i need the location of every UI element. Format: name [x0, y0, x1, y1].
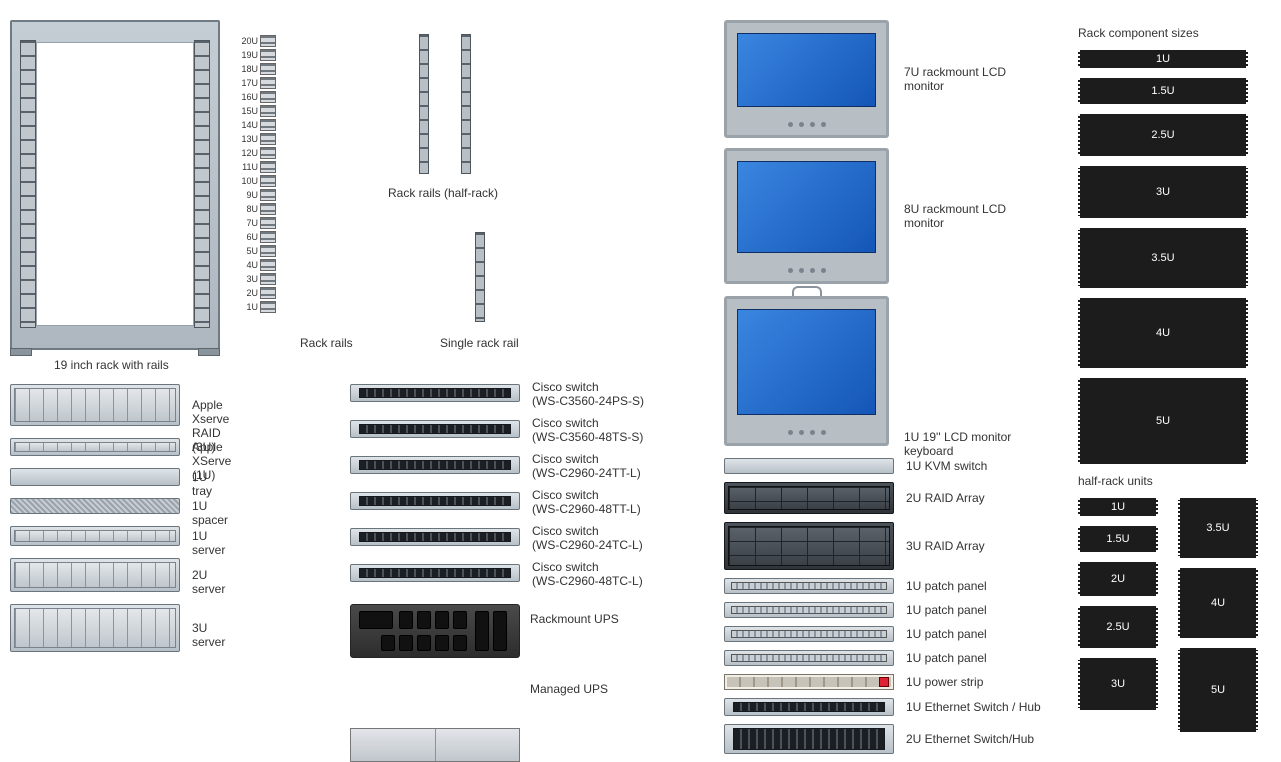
lcd-8u [724, 148, 889, 284]
spacer-label: 1U spacer [192, 499, 228, 527]
size-3U: 3U [1078, 166, 1248, 218]
rail-unit: 18U [240, 62, 276, 76]
rail-unit: 7U [240, 216, 276, 230]
rail-unit: 14U [240, 118, 276, 132]
lcd-7u [724, 20, 889, 138]
cisco-2960-48tt [350, 492, 520, 510]
rail-unit: 17U [240, 76, 276, 90]
rack-rails-half [419, 34, 471, 174]
server-1u [10, 526, 180, 546]
lcd-7u-label: 7U rackmount LCD monitor [904, 65, 1044, 93]
rack-rail-single-label: Single rack rail [440, 336, 519, 350]
rack-19in [10, 20, 220, 350]
rack-rail-single [475, 232, 485, 322]
size-1U: 1U [1078, 50, 1248, 68]
rackmount-ups [350, 604, 520, 658]
half-size-2.5U: 2.5U [1078, 606, 1158, 648]
raid-3u [724, 522, 894, 570]
lcd-8u-label: 8U rackmount LCD monitor [904, 202, 1044, 230]
half-size-5U: 5U [1178, 648, 1258, 732]
rail-unit: 4U [240, 258, 276, 272]
xserve-raid [10, 384, 180, 426]
rail-unit: 16U [240, 90, 276, 104]
rail-unit: 19U [240, 48, 276, 62]
patch-d-label: 1U patch panel [906, 651, 1076, 665]
raid-2u [724, 482, 894, 514]
size-4U: 4U [1078, 298, 1248, 368]
power-strip [724, 674, 894, 690]
rackmount-ups-label: Rackmount UPS [530, 612, 619, 626]
cisco-2960-24tc-label: Cisco switch (WS-C2960-24TC-L) [532, 524, 643, 552]
tray [10, 468, 180, 486]
rail-unit: 10U [240, 174, 276, 188]
rack-rails-half-label: Rack rails (half-rack) [388, 186, 498, 200]
rail-unit: 5U [240, 244, 276, 258]
size-2.5U: 2.5U [1078, 114, 1248, 156]
eth-1u-label: 1U Ethernet Switch / Hub [906, 700, 1076, 714]
rail-unit: 9U [240, 188, 276, 202]
rack-rails-numbered: 20U19U18U17U16U15U14U13U12U11U10U9U8U7U6… [240, 34, 276, 314]
rail-unit: 13U [240, 132, 276, 146]
rail-unit: 8U [240, 202, 276, 216]
rail-unit: 20U [240, 34, 276, 48]
cisco-2960-24tt-label: Cisco switch (WS-C2960-24TT-L) [532, 452, 641, 480]
cisco-2960-48tt-label: Cisco switch (WS-C2960-48TT-L) [532, 488, 641, 516]
server-3u [10, 604, 180, 652]
half-size-3U: 3U [1078, 658, 1158, 710]
kvm-1u-label: 1U KVM switch [906, 459, 1076, 473]
sizes-title: Rack component sizes [1078, 26, 1199, 40]
cisco-2960-48tc [350, 564, 520, 582]
size-5U: 5U [1078, 378, 1248, 464]
patch-b-label: 1U patch panel [906, 603, 1076, 617]
server-3u-label: 3U server [192, 621, 225, 649]
cisco-3560-24ps [350, 384, 520, 402]
eth-2u [724, 724, 894, 754]
cisco-2960-24tc [350, 528, 520, 546]
lcd-monitor-keyboard [724, 296, 889, 446]
size-3.5U: 3.5U [1078, 228, 1248, 288]
power-strip-label: 1U power strip [906, 675, 1076, 689]
half-size-1U: 1U [1078, 498, 1158, 516]
sizes-half-title: half-rack units [1078, 474, 1153, 488]
spacer [10, 498, 180, 514]
cisco-3560-24ps-label: Cisco switch (WS-C3560-24PS-S) [532, 380, 644, 408]
half-size-3.5U: 3.5U [1178, 498, 1258, 558]
kvm-1u [724, 458, 894, 474]
rail-unit: 15U [240, 104, 276, 118]
half-size-2U: 2U [1078, 562, 1158, 596]
patch-c-label: 1U patch panel [906, 627, 1076, 641]
xserve [10, 438, 180, 456]
eth-2u-label: 2U Ethernet Switch/Hub [906, 732, 1076, 746]
rail-unit: 3U [240, 272, 276, 286]
cisco-3560-48ts [350, 420, 520, 438]
patch-a [724, 578, 894, 594]
size-1.5U: 1.5U [1078, 78, 1248, 104]
rail-unit: 2U [240, 286, 276, 300]
rail-unit: 12U [240, 146, 276, 160]
eth-1u [724, 698, 894, 716]
rack-rails-label: Rack rails [300, 336, 353, 350]
cisco-2960-48tc-label: Cisco switch (WS-C2960-48TC-L) [532, 560, 643, 588]
server-2u [10, 558, 180, 592]
rail-unit: 11U [240, 160, 276, 174]
server-2u-label: 2U server [192, 568, 225, 596]
half-size-4U: 4U [1178, 568, 1258, 638]
rail-unit: 1U [240, 300, 276, 314]
managed-ups [350, 728, 520, 762]
rail-unit: 6U [240, 230, 276, 244]
lcd-monitor-keyboard-label: 1U 19'' LCD monitor keyboard [904, 430, 1054, 458]
patch-a-label: 1U patch panel [906, 579, 1076, 593]
server-1u-label: 1U server [192, 529, 225, 557]
managed-ups-label: Managed UPS [530, 682, 608, 696]
patch-b [724, 602, 894, 618]
patch-c [724, 626, 894, 642]
raid-3u-label: 3U RAID Array [906, 539, 1076, 553]
patch-d [724, 650, 894, 666]
half-size-1.5U: 1.5U [1078, 526, 1158, 552]
cisco-2960-24tt [350, 456, 520, 474]
tray-label: 1U tray [192, 470, 212, 498]
raid-2u-label: 2U RAID Array [906, 491, 1076, 505]
cisco-3560-48ts-label: Cisco switch (WS-C3560-48TS-S) [532, 416, 643, 444]
rack-19in-label: 19 inch rack with rails [54, 358, 169, 372]
